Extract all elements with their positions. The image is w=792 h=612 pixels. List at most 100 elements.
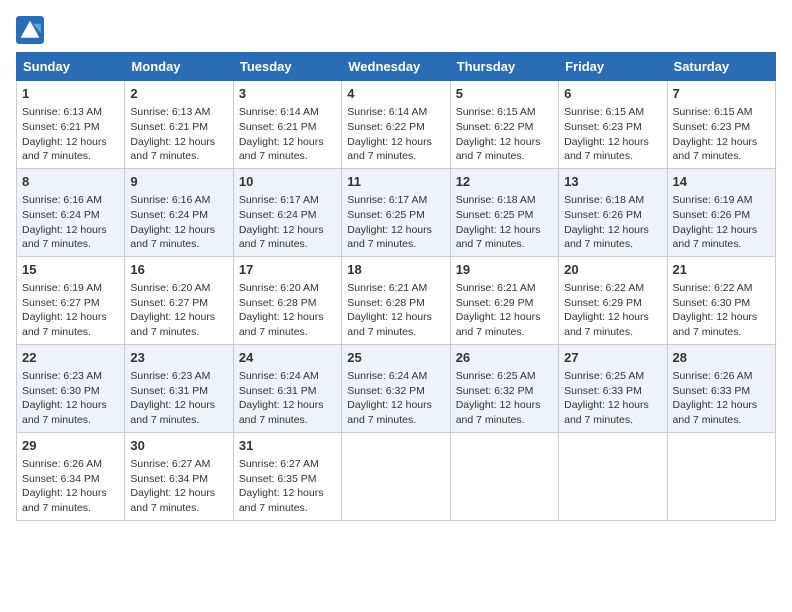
calendar-cell: 17 Sunrise: 6:20 AMSunset: 6:28 PMDayligh… <box>233 256 341 344</box>
day-number: 15 <box>22 261 119 279</box>
day-number: 11 <box>347 173 444 191</box>
day-info: Sunrise: 6:13 AMSunset: 6:21 PMDaylight:… <box>22 105 119 164</box>
day-info: Sunrise: 6:23 AMSunset: 6:30 PMDaylight:… <box>22 369 119 428</box>
day-info: Sunrise: 6:19 AMSunset: 6:26 PMDaylight:… <box>673 193 770 252</box>
calendar-week-row: 15 Sunrise: 6:19 AMSunset: 6:27 PMDayligh… <box>17 256 776 344</box>
calendar-cell <box>342 432 450 520</box>
day-number: 12 <box>456 173 553 191</box>
calendar-week-row: 29Sunrise: 6:26 AMSunset: 6:34 PMDayligh… <box>17 432 776 520</box>
day-number: 20 <box>564 261 661 279</box>
calendar-cell: 22 Sunrise: 6:23 AMSunset: 6:30 PMDayligh… <box>17 344 125 432</box>
day-number: 23 <box>130 349 227 367</box>
calendar-week-row: 1 Sunrise: 6:13 AMSunset: 6:21 PMDaylight… <box>17 81 776 169</box>
calendar-cell: 19Sunrise: 6:21 AMSunset: 6:29 PMDayligh… <box>450 256 558 344</box>
calendar-cell: 10Sunrise: 6:17 AMSunset: 6:24 PMDayligh… <box>233 168 341 256</box>
calendar-cell: 31 Sunrise: 6:27 AMSunset: 6:35 PMDayligh… <box>233 432 341 520</box>
page-header <box>16 16 776 44</box>
calendar-cell: 13 Sunrise: 6:18 AMSunset: 6:26 PMDayligh… <box>559 168 667 256</box>
calendar-cell: 30 Sunrise: 6:27 AMSunset: 6:34 PMDayligh… <box>125 432 233 520</box>
day-info: Sunrise: 6:25 AMSunset: 6:33 PMDaylight:… <box>564 369 661 428</box>
day-number: 30 <box>130 437 227 455</box>
column-header-tuesday: Tuesday <box>233 53 341 81</box>
day-number: 19 <box>456 261 553 279</box>
day-number: 28 <box>673 349 770 367</box>
day-info: Sunrise: 6:13 AMSunset: 6:21 PMDaylight:… <box>130 105 227 164</box>
day-number: 3 <box>239 85 336 103</box>
day-number: 13 <box>564 173 661 191</box>
day-number: 6 <box>564 85 661 103</box>
day-number: 14 <box>673 173 770 191</box>
day-info: Sunrise: 6:25 AMSunset: 6:32 PMDaylight:… <box>456 369 553 428</box>
calendar-cell: 3 Sunrise: 6:14 AMSunset: 6:21 PMDaylight… <box>233 81 341 169</box>
day-info: Sunrise: 6:15 AMSunset: 6:23 PMDaylight:… <box>673 105 770 164</box>
calendar-cell: 6 Sunrise: 6:15 AMSunset: 6:23 PMDaylight… <box>559 81 667 169</box>
day-info: Sunrise: 6:27 AMSunset: 6:35 PMDaylight:… <box>239 457 336 516</box>
logo-icon <box>16 16 44 44</box>
column-header-thursday: Thursday <box>450 53 558 81</box>
day-info: Sunrise: 6:22 AMSunset: 6:29 PMDaylight:… <box>564 281 661 340</box>
day-info: Sunrise: 6:18 AMSunset: 6:25 PMDaylight:… <box>456 193 553 252</box>
calendar-cell: 8Sunrise: 6:16 AMSunset: 6:24 PMDaylight… <box>17 168 125 256</box>
day-number: 9 <box>130 173 227 191</box>
calendar-cell: 9 Sunrise: 6:16 AMSunset: 6:24 PMDaylight… <box>125 168 233 256</box>
day-number: 1 <box>22 85 119 103</box>
calendar-cell <box>450 432 558 520</box>
calendar-cell: 4 Sunrise: 6:14 AMSunset: 6:22 PMDaylight… <box>342 81 450 169</box>
day-info: Sunrise: 6:15 AMSunset: 6:22 PMDaylight:… <box>456 105 553 164</box>
calendar-cell <box>667 432 775 520</box>
calendar-cell: 5Sunrise: 6:15 AMSunset: 6:22 PMDaylight… <box>450 81 558 169</box>
day-number: 24 <box>239 349 336 367</box>
day-info: Sunrise: 6:19 AMSunset: 6:27 PMDaylight:… <box>22 281 119 340</box>
calendar-cell: 1 Sunrise: 6:13 AMSunset: 6:21 PMDaylight… <box>17 81 125 169</box>
day-info: Sunrise: 6:14 AMSunset: 6:21 PMDaylight:… <box>239 105 336 164</box>
column-header-monday: Monday <box>125 53 233 81</box>
day-info: Sunrise: 6:20 AMSunset: 6:28 PMDaylight:… <box>239 281 336 340</box>
day-number: 22 <box>22 349 119 367</box>
calendar-table: SundayMondayTuesdayWednesdayThursdayFrid… <box>16 52 776 521</box>
day-number: 17 <box>239 261 336 279</box>
calendar-cell: 12 Sunrise: 6:18 AMSunset: 6:25 PMDayligh… <box>450 168 558 256</box>
day-info: Sunrise: 6:27 AMSunset: 6:34 PMDaylight:… <box>130 457 227 516</box>
calendar-week-row: 8Sunrise: 6:16 AMSunset: 6:24 PMDaylight… <box>17 168 776 256</box>
day-number: 25 <box>347 349 444 367</box>
day-info: Sunrise: 6:24 AMSunset: 6:32 PMDaylight:… <box>347 369 444 428</box>
day-info: Sunrise: 6:22 AMSunset: 6:30 PMDaylight:… <box>673 281 770 340</box>
calendar-cell: 28 Sunrise: 6:26 AMSunset: 6:33 PMDayligh… <box>667 344 775 432</box>
day-info: Sunrise: 6:15 AMSunset: 6:23 PMDaylight:… <box>564 105 661 164</box>
calendar-cell: 27 Sunrise: 6:25 AMSunset: 6:33 PMDayligh… <box>559 344 667 432</box>
day-number: 27 <box>564 349 661 367</box>
day-number: 2 <box>130 85 227 103</box>
day-info: Sunrise: 6:18 AMSunset: 6:26 PMDaylight:… <box>564 193 661 252</box>
column-header-saturday: Saturday <box>667 53 775 81</box>
day-info: Sunrise: 6:16 AMSunset: 6:24 PMDaylight:… <box>130 193 227 252</box>
calendar-cell: 16 Sunrise: 6:20 AMSunset: 6:27 PMDayligh… <box>125 256 233 344</box>
calendar-week-row: 22 Sunrise: 6:23 AMSunset: 6:30 PMDayligh… <box>17 344 776 432</box>
day-number: 4 <box>347 85 444 103</box>
day-number: 18 <box>347 261 444 279</box>
day-info: Sunrise: 6:26 AMSunset: 6:33 PMDaylight:… <box>673 369 770 428</box>
calendar-cell: 26Sunrise: 6:25 AMSunset: 6:32 PMDayligh… <box>450 344 558 432</box>
calendar-cell: 21 Sunrise: 6:22 AMSunset: 6:30 PMDayligh… <box>667 256 775 344</box>
calendar-cell: 20 Sunrise: 6:22 AMSunset: 6:29 PMDayligh… <box>559 256 667 344</box>
day-number: 7 <box>673 85 770 103</box>
calendar-cell: 24 Sunrise: 6:24 AMSunset: 6:31 PMDayligh… <box>233 344 341 432</box>
day-info: Sunrise: 6:23 AMSunset: 6:31 PMDaylight:… <box>130 369 227 428</box>
day-number: 31 <box>239 437 336 455</box>
day-number: 21 <box>673 261 770 279</box>
calendar-cell: 2 Sunrise: 6:13 AMSunset: 6:21 PMDaylight… <box>125 81 233 169</box>
day-info: Sunrise: 6:17 AMSunset: 6:25 PMDaylight:… <box>347 193 444 252</box>
calendar-cell <box>559 432 667 520</box>
day-number: 16 <box>130 261 227 279</box>
calendar-cell: 23 Sunrise: 6:23 AMSunset: 6:31 PMDayligh… <box>125 344 233 432</box>
day-number: 10 <box>239 173 336 191</box>
column-header-sunday: Sunday <box>17 53 125 81</box>
logo <box>16 16 48 44</box>
day-info: Sunrise: 6:21 AMSunset: 6:28 PMDaylight:… <box>347 281 444 340</box>
day-info: Sunrise: 6:16 AMSunset: 6:24 PMDaylight:… <box>22 193 119 252</box>
column-header-wednesday: Wednesday <box>342 53 450 81</box>
day-info: Sunrise: 6:24 AMSunset: 6:31 PMDaylight:… <box>239 369 336 428</box>
day-info: Sunrise: 6:14 AMSunset: 6:22 PMDaylight:… <box>347 105 444 164</box>
day-info: Sunrise: 6:20 AMSunset: 6:27 PMDaylight:… <box>130 281 227 340</box>
calendar-cell: 25 Sunrise: 6:24 AMSunset: 6:32 PMDayligh… <box>342 344 450 432</box>
column-header-friday: Friday <box>559 53 667 81</box>
